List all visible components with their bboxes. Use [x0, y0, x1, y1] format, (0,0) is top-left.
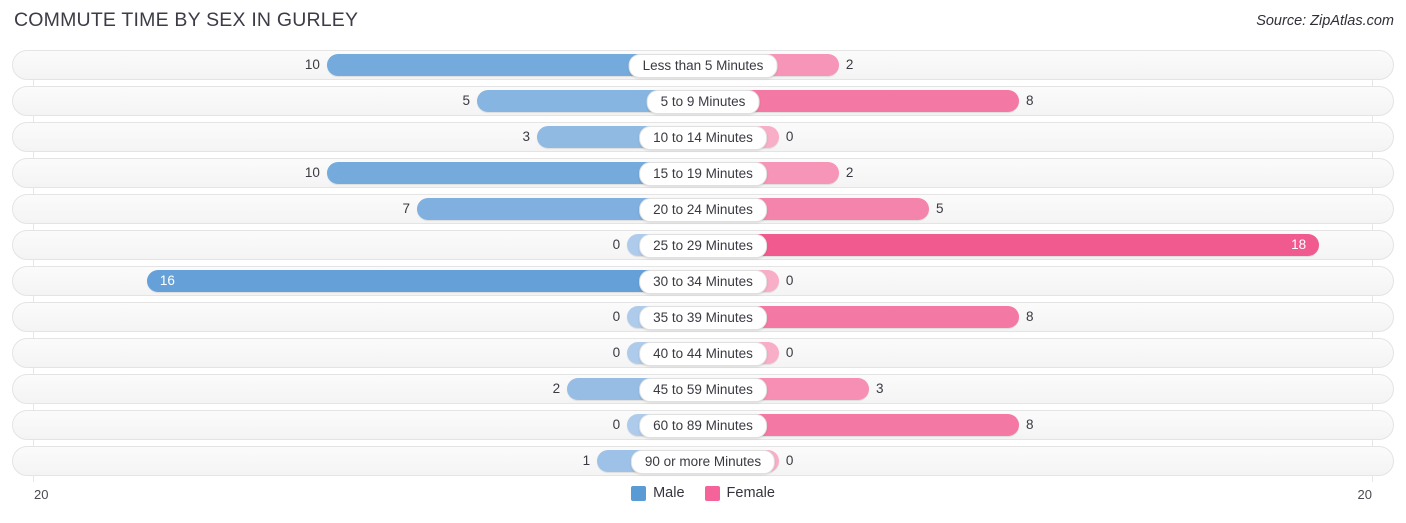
male-half: 3 [13, 123, 703, 151]
female-value-label: 18 [1291, 237, 1307, 252]
category-label-pill: 45 to 59 Minutes [639, 378, 767, 402]
male-half: 7 [13, 195, 703, 223]
legend-label: Female [726, 485, 775, 501]
male-value-label: 10 [304, 57, 320, 72]
male-value-label: 0 [612, 237, 621, 252]
category-label-pill: 25 to 29 Minutes [639, 234, 767, 258]
female-half: 0 [703, 447, 1393, 475]
female-half: 8 [703, 411, 1393, 439]
chart-row: 3 0 10 to 14 Minutes [12, 122, 1394, 152]
category-label-pill: 90 or more Minutes [630, 450, 776, 474]
male-half: 2 [13, 375, 703, 403]
male-half: 0 [13, 339, 703, 367]
male-value-label: 1 [582, 453, 591, 468]
male-half: 1 [13, 447, 703, 475]
male-value-label: 7 [402, 201, 410, 216]
female-half: 5 [703, 195, 1393, 223]
female-value-label: 5 [935, 201, 944, 216]
female-half: 3 [703, 375, 1393, 403]
female-half: 0 [703, 267, 1393, 295]
female-value-label: 8 [1026, 309, 1034, 324]
male-value-label: 2 [552, 381, 561, 396]
male-half: 0 [13, 231, 703, 259]
chart-legend: Male Female [0, 485, 1406, 501]
chart-row: 0 18 25 to 29 Minutes [12, 230, 1394, 260]
male-half: 10 [13, 51, 703, 79]
female-value-label: 2 [845, 57, 854, 72]
male-value-label: 16 [159, 273, 175, 288]
chart-row: 2 3 45 to 59 Minutes [12, 374, 1394, 404]
female-value-label: 0 [785, 345, 794, 360]
female-value-label: 3 [875, 381, 884, 396]
female-value-label: 2 [845, 165, 854, 180]
female-half: 2 [703, 159, 1393, 187]
category-label-pill: 35 to 39 Minutes [639, 306, 767, 330]
legend-item[interactable]: Male [631, 485, 685, 501]
chart-row: 16 0 30 to 34 Minutes [12, 266, 1394, 296]
female-half: 18 [703, 231, 1393, 259]
female-half: 8 [703, 303, 1393, 331]
category-label-pill: 20 to 24 Minutes [639, 198, 767, 222]
male-half: 10 [13, 159, 703, 187]
category-label-pill: 10 to 14 Minutes [639, 126, 767, 150]
category-label-pill: 15 to 19 Minutes [639, 162, 767, 186]
chart-row: 10 2 15 to 19 Minutes [12, 158, 1394, 188]
male-half: 5 [13, 87, 703, 115]
male-value-label: 3 [522, 129, 531, 144]
chart-row: 5 8 5 to 9 Minutes [12, 86, 1394, 116]
female-value-label: 0 [785, 129, 794, 144]
male-half: 0 [13, 303, 703, 331]
plot-area: 10 2 Less than 5 Minutes 5 8 5 to 9 Minutes 3 0… [12, 50, 1394, 482]
chart-row: 10 2 Less than 5 Minutes [12, 50, 1394, 80]
chart-title: COMMUTE TIME BY SEX IN GURLEY [14, 9, 359, 31]
square-swatch [704, 485, 720, 501]
category-label-pill: 40 to 44 Minutes [639, 342, 767, 366]
legend-item[interactable]: Female [704, 485, 775, 501]
female-half: 0 [703, 339, 1393, 367]
category-label-pill: 30 to 34 Minutes [639, 270, 767, 294]
category-label-pill: 5 to 9 Minutes [646, 90, 760, 114]
female-value-label: 0 [785, 273, 794, 288]
female-half: 2 [703, 51, 1393, 79]
chart-row: 0 0 40 to 44 Minutes [12, 338, 1394, 368]
source-attribution: Source: ZipAtlas.com [1256, 13, 1394, 29]
male-value-label: 0 [612, 345, 621, 360]
square-swatch [631, 485, 647, 501]
chart-row: 0 8 60 to 89 Minutes [12, 410, 1394, 440]
male-half: 0 [13, 411, 703, 439]
male-half: 16 [13, 267, 703, 295]
legend-label: Male [653, 485, 685, 501]
female-value-label: 0 [785, 453, 794, 468]
female-half: 0 [703, 123, 1393, 151]
chart-row: 7 5 20 to 24 Minutes [12, 194, 1394, 224]
category-label-pill: 60 to 89 Minutes [639, 414, 767, 438]
female-half: 8 [703, 87, 1393, 115]
chart-row: 0 8 35 to 39 Minutes [12, 302, 1394, 332]
male-value-label: 10 [304, 165, 320, 180]
chart-row: 1 0 90 or more Minutes [12, 446, 1394, 476]
male-value-label: 0 [612, 309, 621, 324]
male-value-label: 0 [612, 417, 621, 432]
female-value-label: 8 [1026, 93, 1034, 108]
category-label-pill: Less than 5 Minutes [628, 54, 778, 78]
male-value-label: 5 [462, 93, 471, 108]
female-value-label: 8 [1026, 417, 1034, 432]
commute-time-diverging-bar-chart: COMMUTE TIME BY SEX IN GURLEY Source: Zi… [0, 0, 1406, 523]
